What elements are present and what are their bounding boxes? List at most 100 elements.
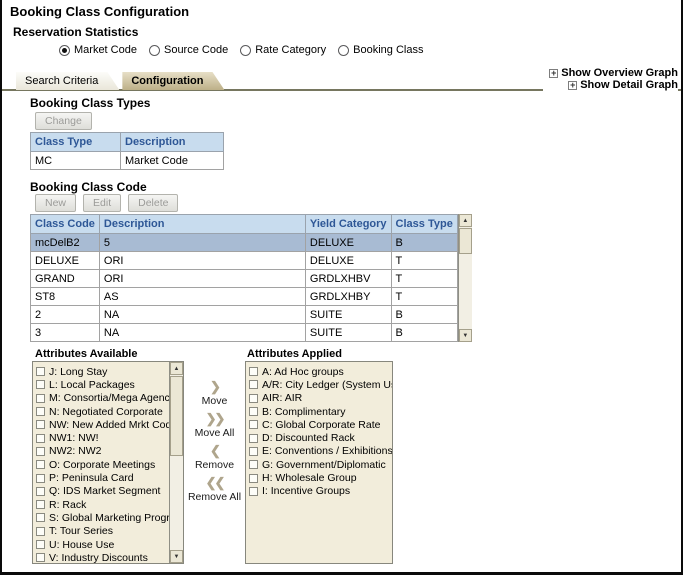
attribute-item-m[interactable]: M: Consortia/Mega Agencies — [36, 392, 169, 405]
show-detail-graph-link[interactable]: +Show Detail Graph — [549, 79, 678, 91]
attribute-item-r[interactable]: R: Rack — [36, 498, 169, 511]
attribute-item-u[interactable]: U: House Use — [36, 538, 169, 551]
attribute-item-a-r[interactable]: A/R: City Ledger (System Used) — [249, 378, 392, 391]
column-header-description[interactable]: Description — [99, 215, 305, 234]
radio-market-code[interactable]: Market Code — [59, 44, 137, 56]
checkbox-icon[interactable] — [249, 474, 258, 483]
attribute-item-q[interactable]: Q: IDS Market Segment — [36, 485, 169, 498]
remove-button[interactable]: ❮Remove — [195, 444, 234, 471]
radio-button-icon[interactable] — [240, 45, 251, 56]
booking-class-type-row[interactable]: MCMarket Code — [31, 152, 224, 170]
scroll-up-button[interactable]: ▲ — [459, 214, 472, 227]
scroll-track[interactable] — [459, 255, 472, 329]
booking-class-code-row[interactable]: 3NASUITEB — [31, 324, 458, 342]
tab-search-criteria[interactable]: Search Criteria — [16, 72, 119, 90]
checkbox-icon[interactable] — [36, 420, 45, 429]
new-button[interactable]: New — [35, 194, 76, 212]
attribute-item-g[interactable]: G: Government/Diplomatic — [249, 458, 392, 471]
move-all-button[interactable]: ❯❯Move All — [195, 412, 235, 439]
chevron-right-icon[interactable]: ❯ — [210, 380, 219, 393]
booking-class-code-row[interactable]: ST8ASGRDLXHBYT — [31, 288, 458, 306]
tab-configuration[interactable]: Configuration — [122, 72, 224, 90]
scroll-up-button[interactable]: ▲ — [170, 362, 183, 375]
available-list-scrollbar[interactable]: ▲ ▼ — [169, 362, 183, 563]
chevron-left-icon[interactable]: ❮ — [210, 444, 219, 457]
checkbox-icon[interactable] — [36, 487, 45, 496]
checkbox-icon[interactable] — [36, 367, 45, 376]
attribute-item-nw2[interactable]: NW2: NW2 — [36, 445, 169, 458]
column-header-class-type[interactable]: Class Type — [391, 215, 457, 234]
attribute-item-v[interactable]: V: Industry Discounts — [36, 551, 169, 563]
attribute-item-i[interactable]: I: Incentive Groups — [249, 485, 392, 498]
checkbox-icon[interactable] — [36, 527, 45, 536]
checkbox-icon[interactable] — [249, 367, 258, 376]
attribute-item-s[interactable]: S: Global Marketing Programme — [36, 511, 169, 524]
checkbox-icon[interactable] — [36, 474, 45, 483]
attribute-item-c[interactable]: C: Global Corporate Rate — [249, 418, 392, 431]
table-cell: DELUXE — [31, 252, 100, 270]
expand-plus-icon[interactable]: + — [568, 81, 577, 90]
scroll-down-button[interactable]: ▼ — [170, 550, 183, 563]
attribute-item-l[interactable]: L: Local Packages — [36, 378, 169, 391]
checkbox-icon[interactable] — [249, 394, 258, 403]
radio-source-code[interactable]: Source Code — [149, 44, 228, 56]
show-overview-graph-link[interactable]: +Show Overview Graph — [549, 67, 678, 79]
scroll-track[interactable] — [170, 457, 183, 550]
move-button[interactable]: ❯Move — [202, 380, 228, 407]
scroll-thumb[interactable] — [459, 228, 472, 254]
change-button[interactable]: Change — [35, 112, 92, 130]
double-chevron-left-icon[interactable]: ❮❮ — [206, 476, 224, 489]
checkbox-icon[interactable] — [249, 434, 258, 443]
radio-button-icon[interactable] — [149, 45, 160, 56]
checkbox-icon[interactable] — [249, 380, 258, 389]
checkbox-icon[interactable] — [36, 447, 45, 456]
radio-rate-category[interactable]: Rate Category — [240, 44, 326, 56]
checkbox-icon[interactable] — [249, 407, 258, 416]
checkbox-icon[interactable] — [249, 460, 258, 469]
edit-button[interactable]: Edit — [83, 194, 121, 212]
checkbox-icon[interactable] — [249, 487, 258, 496]
checkbox-icon[interactable] — [36, 513, 45, 522]
checkbox-icon[interactable] — [249, 447, 258, 456]
column-header-description[interactable]: Description — [121, 133, 224, 152]
checkbox-icon[interactable] — [36, 460, 45, 469]
attribute-item-d[interactable]: D: Discounted Rack — [249, 431, 392, 444]
checkbox-icon[interactable] — [249, 420, 258, 429]
attribute-item-h[interactable]: H: Wholesale Group — [249, 471, 392, 484]
table-scrollbar[interactable]: ▲ ▼ — [458, 214, 472, 342]
attribute-item-nw1[interactable]: NW1: NW! — [36, 431, 169, 444]
checkbox-icon[interactable] — [36, 394, 45, 403]
checkbox-icon[interactable] — [36, 380, 45, 389]
delete-button[interactable]: Delete — [128, 194, 178, 212]
checkbox-icon[interactable] — [36, 500, 45, 509]
attribute-item-b[interactable]: B: Complimentary — [249, 405, 392, 418]
attribute-item-air[interactable]: AIR: AIR — [249, 392, 392, 405]
scroll-thumb[interactable] — [170, 376, 183, 456]
column-header-class-code[interactable]: Class Code — [31, 215, 100, 234]
checkbox-icon[interactable] — [36, 434, 45, 443]
radio-button-icon[interactable] — [338, 45, 349, 56]
attribute-item-p[interactable]: P: Peninsula Card — [36, 471, 169, 484]
booking-class-code-row[interactable]: DELUXEORIDELUXET — [31, 252, 458, 270]
checkbox-icon[interactable] — [36, 553, 45, 562]
radio-booking-class[interactable]: Booking Class — [338, 44, 423, 56]
attribute-item-n[interactable]: N: Negotiated Corporate — [36, 405, 169, 418]
booking-class-code-row[interactable]: GRANDORIGRDLXHBVT — [31, 270, 458, 288]
attribute-item-j[interactable]: J: Long Stay — [36, 365, 169, 378]
radio-button-icon[interactable] — [59, 45, 70, 56]
attribute-item-o[interactable]: O: Corporate Meetings — [36, 458, 169, 471]
booking-class-code-row[interactable]: 2NASUITEB — [31, 306, 458, 324]
attribute-item-nw[interactable]: NW: New Added Mrkt Code — [36, 418, 169, 431]
checkbox-icon[interactable] — [36, 407, 45, 416]
remove-all-button[interactable]: ❮❮Remove All — [188, 476, 241, 503]
checkbox-icon[interactable] — [36, 540, 45, 549]
attribute-item-e[interactable]: E: Conventions / Exhibitions — [249, 445, 392, 458]
double-chevron-right-icon[interactable]: ❯❯ — [206, 412, 224, 425]
attribute-item-t[interactable]: T: Tour Series — [36, 525, 169, 538]
column-header-class-type[interactable]: Class Type — [31, 133, 121, 152]
attribute-item-a[interactable]: A: Ad Hoc groups — [249, 365, 392, 378]
scroll-down-button[interactable]: ▼ — [459, 329, 472, 342]
expand-plus-icon[interactable]: + — [549, 69, 558, 78]
column-header-yield-category[interactable]: Yield Category — [305, 215, 391, 234]
booking-class-code-row[interactable]: mcDelB25DELUXEB — [31, 234, 458, 252]
